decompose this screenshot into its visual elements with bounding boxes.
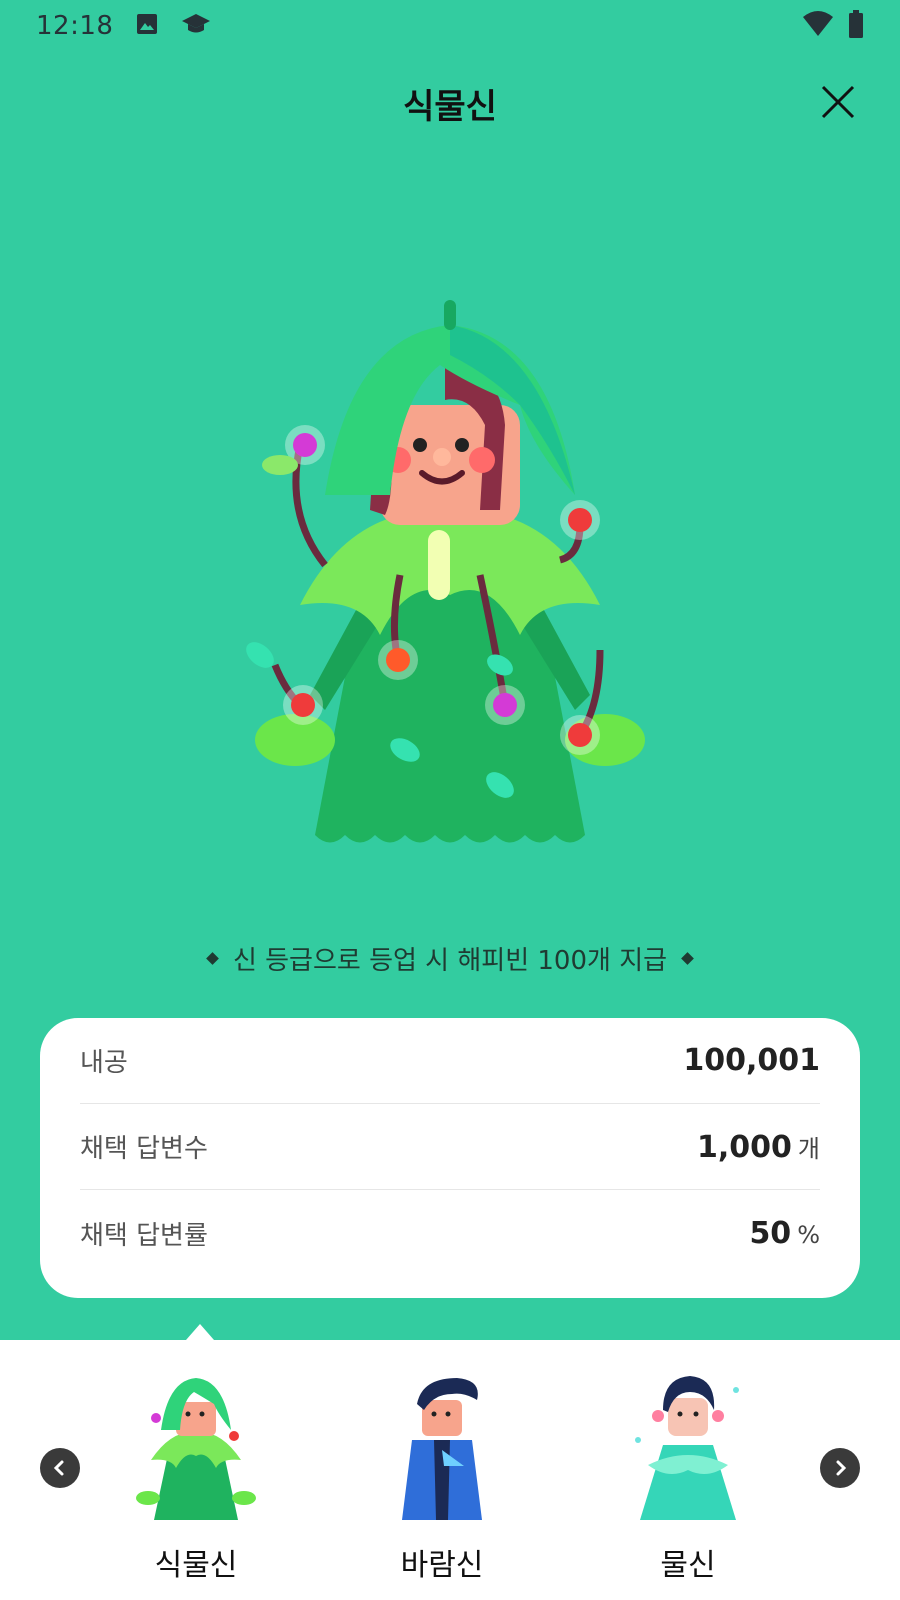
wifi-icon — [802, 11, 834, 41]
stat-value: 100,001 — [683, 1043, 820, 1078]
hero-background: 12:18 식물신 신 등급으로 등업 시 해피빈 100개 지급 내공 100… — [0, 0, 900, 1340]
stat-unit: % — [797, 1220, 820, 1249]
close-icon — [821, 85, 855, 119]
character-item-wind-god[interactable]: 바람신 — [342, 1370, 542, 1595]
stat-value: 50 — [749, 1215, 792, 1251]
stat-label: 채택 답변률 — [80, 1220, 208, 1251]
selected-pointer — [186, 1324, 214, 1340]
page-title: 식물신 — [403, 86, 497, 127]
stat-row-adopted-rate: 채택 답변률 50 % — [80, 1190, 820, 1276]
stat-row-points: 내공 100,001 — [80, 1018, 820, 1104]
close-button[interactable] — [816, 80, 860, 124]
character-label: 바람신 — [400, 1548, 484, 1583]
diamond-icon — [206, 951, 219, 965]
character-item-plant-god[interactable]: 식물신 — [96, 1370, 296, 1595]
diamond-icon — [681, 951, 694, 965]
stat-row-adopted-count: 채택 답변수 1,000 개 — [80, 1104, 820, 1190]
header: 식물신 — [0, 68, 900, 138]
stat-value: 1,000 — [697, 1129, 792, 1165]
stats-card: 내공 100,001 채택 답변수 1,000 개 채택 답변률 50 % — [40, 1018, 860, 1298]
graduation-cap-icon — [181, 12, 211, 40]
image-icon — [135, 12, 159, 40]
chevron-right-icon — [836, 1460, 847, 1476]
next-button[interactable] — [820, 1448, 860, 1488]
status-time: 12:18 — [36, 11, 114, 41]
previous-button[interactable] — [40, 1448, 80, 1488]
status-bar: 12:18 — [0, 0, 900, 52]
wind-god-thumbnail — [402, 1378, 482, 1520]
stat-unit: 개 — [797, 1134, 820, 1163]
plant-god-thumbnail — [136, 1378, 256, 1520]
stat-label: 내공 — [80, 1048, 128, 1078]
app-screen: 12:18 식물신 신 등급으로 등업 시 해피빈 100개 지급 내공 100… — [0, 0, 900, 1600]
battery-icon — [848, 10, 864, 42]
character-label: 식물신 — [154, 1548, 238, 1583]
levelup-bonus-info: 신 등급으로 등업 시 해피빈 100개 지급 — [0, 938, 900, 978]
stat-label: 채택 답변수 — [80, 1134, 208, 1164]
water-god-thumbnail — [635, 1376, 739, 1520]
levelup-bonus-text: 신 등급으로 등업 시 해피빈 100개 지급 — [232, 945, 668, 976]
plant-god-illustration — [246, 300, 645, 843]
character-selector: 식물신 바람신 물신 — [0, 1340, 900, 1600]
chevron-left-icon — [53, 1460, 64, 1476]
character-label: 물신 — [660, 1548, 716, 1583]
character-item-water-god[interactable]: 물신 — [588, 1370, 788, 1595]
